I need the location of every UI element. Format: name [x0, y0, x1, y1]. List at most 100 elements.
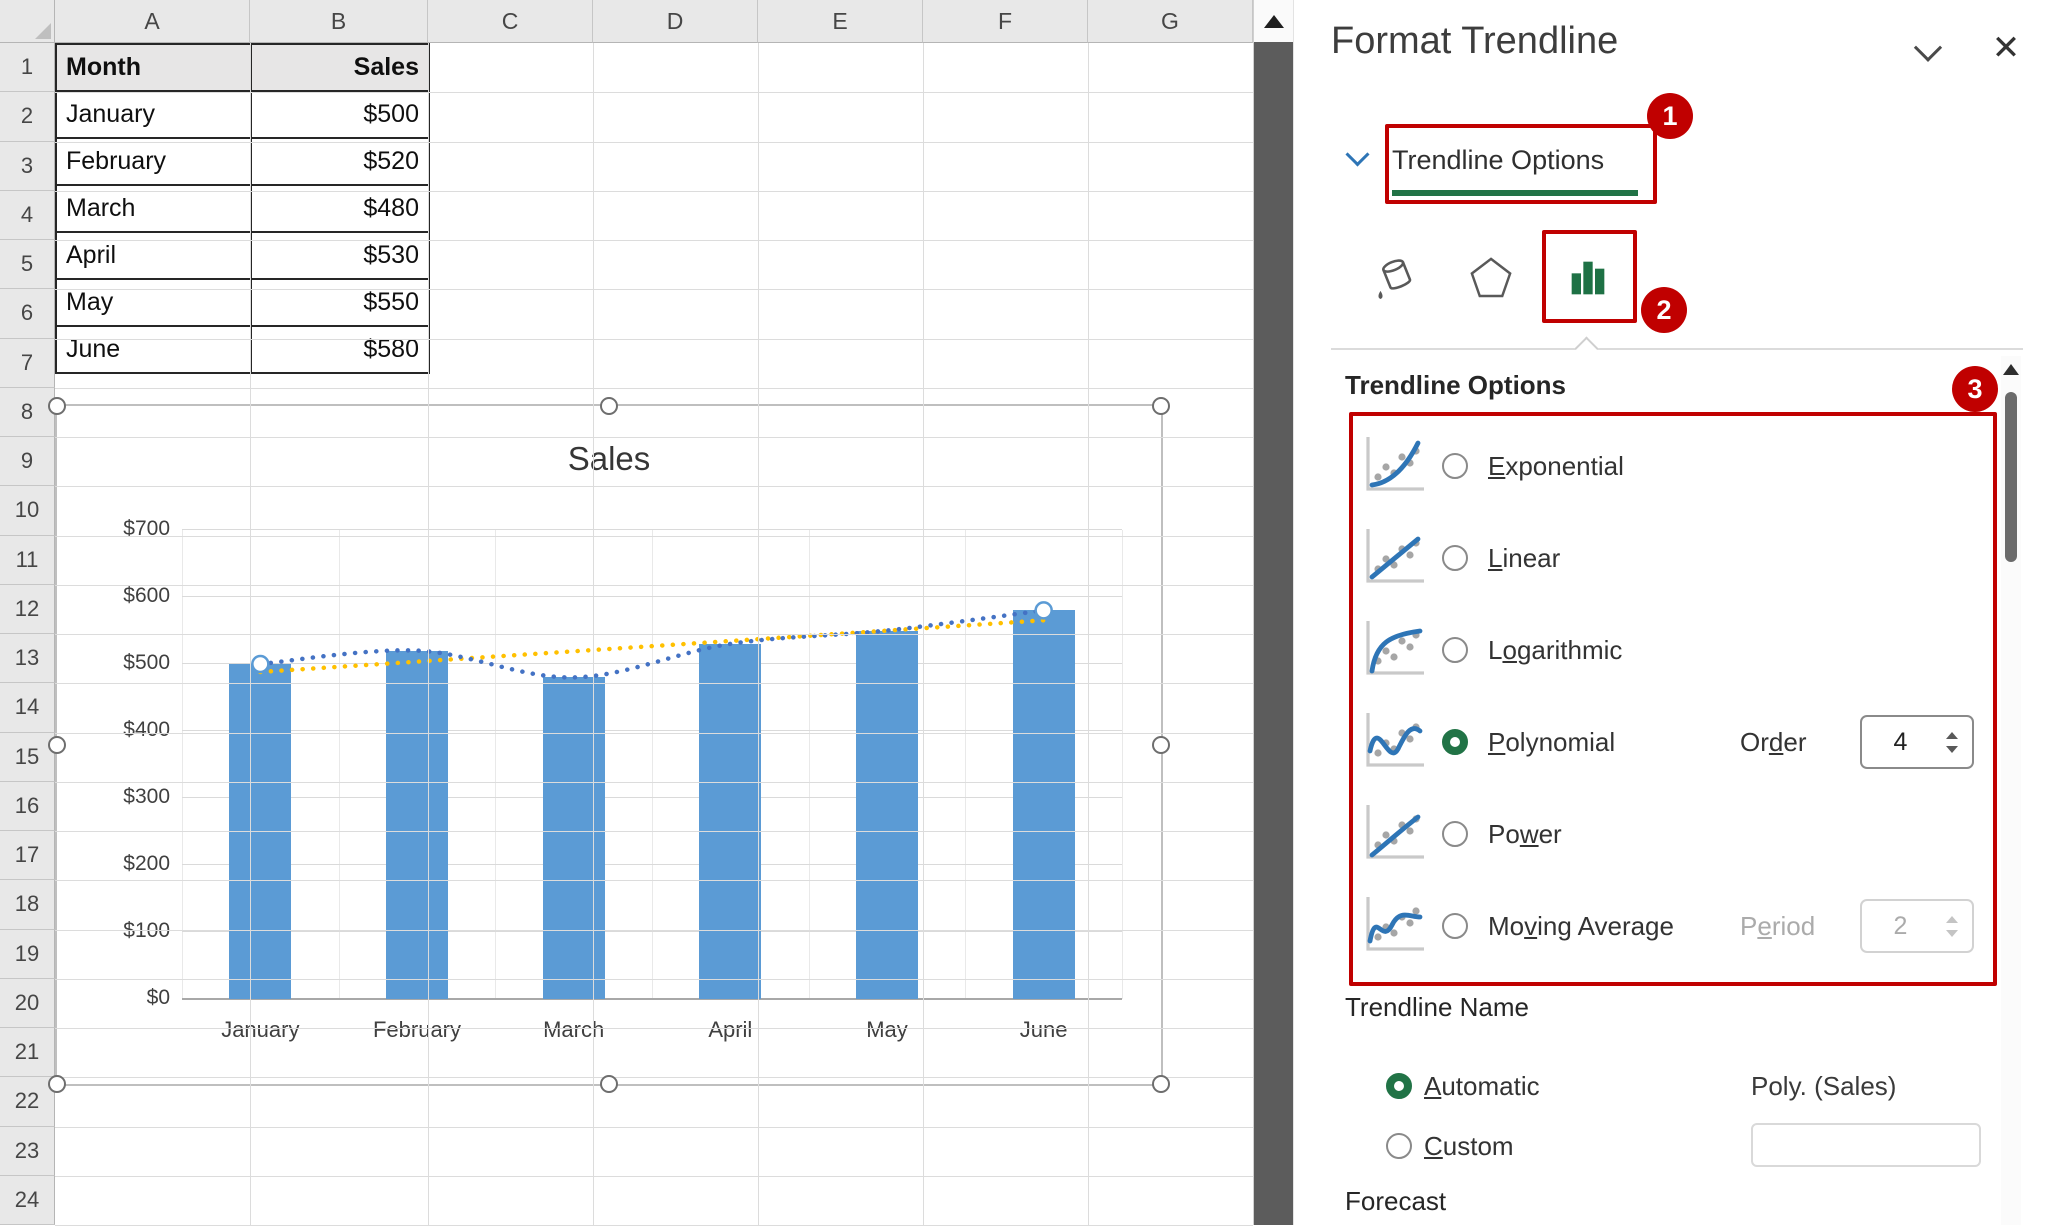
paint-bucket-icon	[1370, 250, 1426, 306]
section-chevron-down-icon[interactable]	[1345, 142, 1369, 166]
row-header-18[interactable]: 18	[0, 880, 55, 929]
cell[interactable]: June	[56, 326, 251, 373]
column-header-f[interactable]: F	[923, 0, 1088, 43]
row-header-24[interactable]: 24	[0, 1176, 55, 1225]
row-header-14[interactable]: 14	[0, 683, 55, 732]
row-header-4[interactable]: 4	[0, 191, 55, 240]
row-header-23[interactable]: 23	[0, 1127, 55, 1176]
cell[interactable]: March	[56, 185, 251, 232]
custom-name-input[interactable]	[1751, 1123, 1981, 1167]
trendline-secondary[interactable]	[260, 620, 1043, 672]
row-header-1[interactable]: 1	[0, 43, 55, 92]
cell[interactable]: $480	[251, 185, 429, 232]
grid-line	[55, 683, 1253, 684]
format-trendline-pane: Format Trendline ✕ Trendline Options 1	[1293, 0, 2048, 1225]
chart-selection-handle[interactable]	[600, 1075, 618, 1093]
grid-line	[55, 1176, 1253, 1177]
pentagon-icon	[1464, 251, 1518, 305]
row-header-7[interactable]: 7	[0, 339, 55, 388]
radio-custom[interactable]	[1386, 1133, 1412, 1159]
trendline-polynomial[interactable]	[260, 610, 1043, 677]
chart-title[interactable]: Sales	[57, 440, 1161, 478]
cell[interactable]: January	[56, 91, 251, 138]
column-header-d[interactable]: D	[593, 0, 758, 43]
row-header-16[interactable]: 16	[0, 782, 55, 831]
column-header-g[interactable]: G	[1088, 0, 1253, 43]
cell[interactable]: Month	[56, 44, 251, 91]
up-arrow-icon	[1264, 15, 1284, 28]
sheet-vertical-scrollbar[interactable]	[1253, 0, 1293, 1225]
cell[interactable]: $550	[251, 279, 429, 326]
collapse-pane-button[interactable]	[1906, 30, 1950, 74]
trendline-endpoint-handle[interactable]	[1036, 602, 1052, 618]
select-all-corner[interactable]	[0, 0, 55, 43]
close-pane-button[interactable]: ✕	[1984, 26, 2028, 70]
row-header-19[interactable]: 19	[0, 930, 55, 979]
row-header-20[interactable]: 20	[0, 979, 55, 1028]
cell[interactable]: May	[56, 279, 251, 326]
column-header-a[interactable]: A	[55, 0, 250, 43]
row-header-22[interactable]: 22	[0, 1077, 55, 1126]
chart-selection-handle[interactable]	[600, 397, 618, 415]
row-header-11[interactable]: 11	[0, 536, 55, 585]
chart-selection-handle[interactable]	[48, 1075, 66, 1093]
cell[interactable]: $500	[251, 91, 429, 138]
trendline-endpoint-handle[interactable]	[252, 656, 268, 672]
grid-line	[55, 240, 1253, 241]
tab-separator	[1331, 348, 2023, 350]
y-axis-tick-label: $500	[90, 651, 170, 675]
effects-tab[interactable]	[1459, 246, 1523, 310]
grid-line	[55, 733, 1253, 734]
x-axis-label: March	[499, 1017, 649, 1043]
row-header-3[interactable]: 3	[0, 142, 55, 191]
grid-line	[55, 1028, 1253, 1029]
scroll-up-button[interactable]	[1254, 0, 1294, 42]
name-option-custom: Custom	[1424, 1120, 1514, 1172]
row-header-10[interactable]: 10	[0, 486, 55, 535]
table-row: May$550	[56, 279, 429, 326]
row-header-15[interactable]: 15	[0, 733, 55, 782]
grid-line	[55, 979, 1253, 980]
table-row: January$500	[56, 91, 429, 138]
cell[interactable]: February	[56, 138, 251, 185]
fill-line-tab[interactable]	[1366, 246, 1430, 310]
grid-line	[55, 634, 1253, 635]
chart-selection-handle[interactable]	[48, 397, 66, 415]
column-header-b[interactable]: B	[250, 0, 428, 43]
grid-line	[55, 486, 1253, 487]
pane-title: Format Trendline	[1331, 20, 1618, 63]
grid-line	[55, 142, 1253, 143]
row-header-21[interactable]: 21	[0, 1028, 55, 1077]
cell[interactable]: $520	[251, 138, 429, 185]
row-header-6[interactable]: 6	[0, 289, 55, 338]
cell[interactable]: Sales	[251, 44, 429, 91]
chart-selection-handle[interactable]	[1152, 397, 1170, 415]
row-header-2[interactable]: 2	[0, 92, 55, 141]
row-header-12[interactable]: 12	[0, 585, 55, 634]
column-header-c[interactable]: C	[428, 0, 593, 43]
pane-scroll-up-icon[interactable]	[2003, 364, 2019, 375]
table-header-row: MonthSales	[56, 44, 429, 91]
radio-automatic[interactable]	[1386, 1073, 1412, 1099]
grid-line	[55, 437, 1253, 438]
pane-scrollbar[interactable]	[2001, 356, 2021, 1225]
y-axis-tick-label: $400	[90, 718, 170, 742]
chart-selection-handle[interactable]	[1152, 736, 1170, 754]
chart-selection-handle[interactable]	[48, 736, 66, 754]
automatic-name-value: Poly. (Sales)	[1751, 1060, 1896, 1112]
x-axis-label: February	[342, 1017, 492, 1043]
grid-line	[55, 339, 1253, 340]
y-axis-tick-label: $700	[90, 517, 170, 541]
row-header-17[interactable]: 17	[0, 831, 55, 880]
cell[interactable]: $580	[251, 326, 429, 373]
chart-selection-handle[interactable]	[1152, 1075, 1170, 1093]
row-header-9[interactable]: 9	[0, 437, 55, 486]
row-header-13[interactable]: 13	[0, 634, 55, 683]
row-header-8[interactable]: 8	[0, 388, 55, 437]
column-header-e[interactable]: E	[758, 0, 923, 43]
row-header-5[interactable]: 5	[0, 240, 55, 289]
chart-object[interactable]: Sales $0$100$200$300$400$500$600$700Janu…	[55, 404, 1163, 1086]
pane-scrollbar-thumb[interactable]	[2005, 392, 2017, 562]
scrollbar-thumb[interactable]	[1254, 42, 1294, 1225]
annotation-badge-2: 2	[1641, 287, 1687, 333]
